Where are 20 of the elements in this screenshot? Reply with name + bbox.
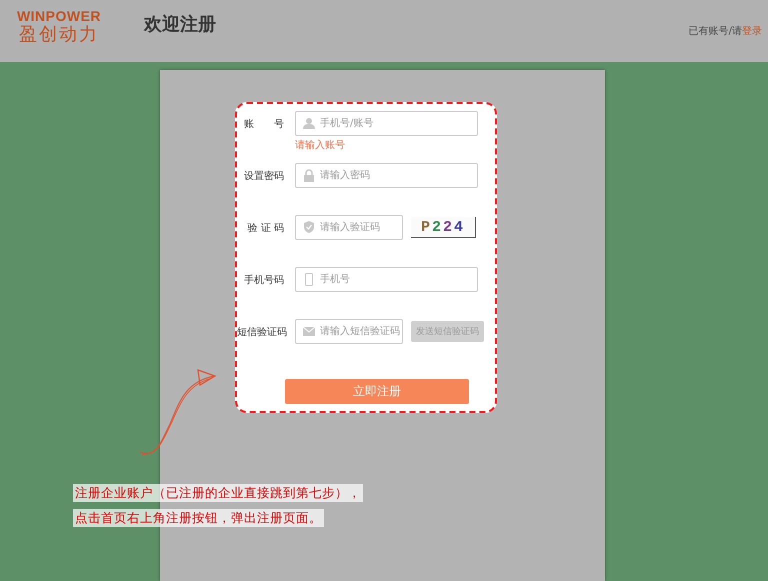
register-button[interactable]: 立即注册	[285, 379, 469, 404]
input-field[interactable]: 请输入短信验证码	[295, 319, 403, 344]
input-field[interactable]: 手机号/账号	[295, 111, 478, 136]
input-field[interactable]: 请输入验证码	[295, 215, 403, 240]
captcha-image[interactable]: P224	[411, 217, 476, 238]
field-label: 设置密码	[243, 170, 284, 182]
field-label: 手机号码	[243, 274, 284, 286]
logo-wordmark: WINPOWER	[16, 8, 102, 24]
login-link[interactable]: 登录	[742, 24, 762, 38]
field-label: 验 证 码	[246, 222, 284, 234]
annotation-text: 注册企业账户（已注册的企业直接跳到第七步），	[73, 484, 363, 502]
login-prompt: 已有账号/请	[688, 24, 742, 38]
input-field[interactable]: 手机号	[295, 267, 478, 292]
logo-name: 盈创动力	[19, 24, 99, 46]
field-label: 短信验证码	[237, 326, 284, 338]
page-title: 欢迎注册	[144, 13, 216, 36]
annotation-text: 点击首页右上角注册按钮，弹出注册页面。	[73, 509, 324, 527]
field-label: 账 号	[243, 118, 284, 130]
input-field[interactable]: 请输入密码	[295, 163, 478, 188]
error-message: 请输入账号	[295, 138, 346, 152]
